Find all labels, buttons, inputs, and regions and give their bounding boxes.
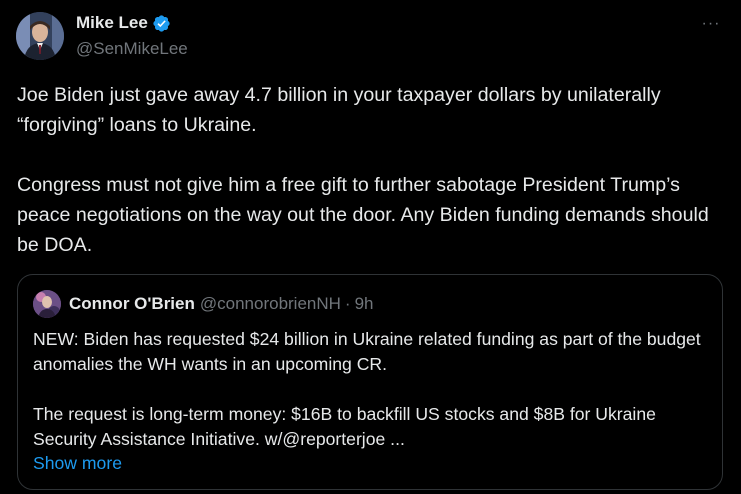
- author-info: Mike Lee @SenMikeLee: [76, 12, 188, 59]
- show-more-link[interactable]: Show more: [33, 451, 122, 476]
- quoted-tweet[interactable]: Connor O'Brien @connorobrienNH · 9h NEW:…: [17, 274, 723, 490]
- more-options-button[interactable]: ···: [699, 12, 723, 36]
- quoted-tweet-text: NEW: Biden has requested $24 billion in …: [33, 327, 709, 452]
- tweet-paragraph-2: Congress must not give him a free gift t…: [17, 174, 709, 256]
- tweet-text: Joe Biden just gave away 4.7 billion in …: [17, 80, 729, 260]
- quoted-author-name[interactable]: Connor O'Brien: [69, 294, 195, 314]
- more-horizontal-icon: ···: [701, 15, 721, 32]
- quoted-separator: ·: [344, 294, 351, 313]
- author-avatar[interactable]: [16, 12, 64, 60]
- quoted-author-photo-icon: [33, 290, 61, 318]
- author-name-row: Mike Lee: [76, 12, 188, 34]
- tweet-paragraph-1: Joe Biden just gave away 4.7 billion in …: [17, 84, 661, 136]
- quoted-author-avatar[interactable]: [33, 290, 61, 318]
- quoted-tweet-header: Connor O'Brien @connorobrienNH · 9h: [33, 290, 374, 318]
- author-handle[interactable]: @SenMikeLee: [76, 39, 188, 59]
- tweet-card[interactable]: Mike Lee @SenMikeLee ··· Joe Biden just …: [0, 0, 741, 494]
- quoted-timestamp[interactable]: 9h: [355, 294, 374, 314]
- quoted-paragraph-1: NEW: Biden has requested $24 billion in …: [33, 329, 701, 374]
- author-photo-icon: [16, 12, 64, 60]
- verified-badge-icon[interactable]: [152, 14, 171, 33]
- author-display-name[interactable]: Mike Lee: [76, 13, 148, 33]
- quoted-paragraph-2: The request is long-term money: $16B to …: [33, 404, 656, 449]
- quoted-author-handle[interactable]: @connorobrienNH: [200, 294, 341, 314]
